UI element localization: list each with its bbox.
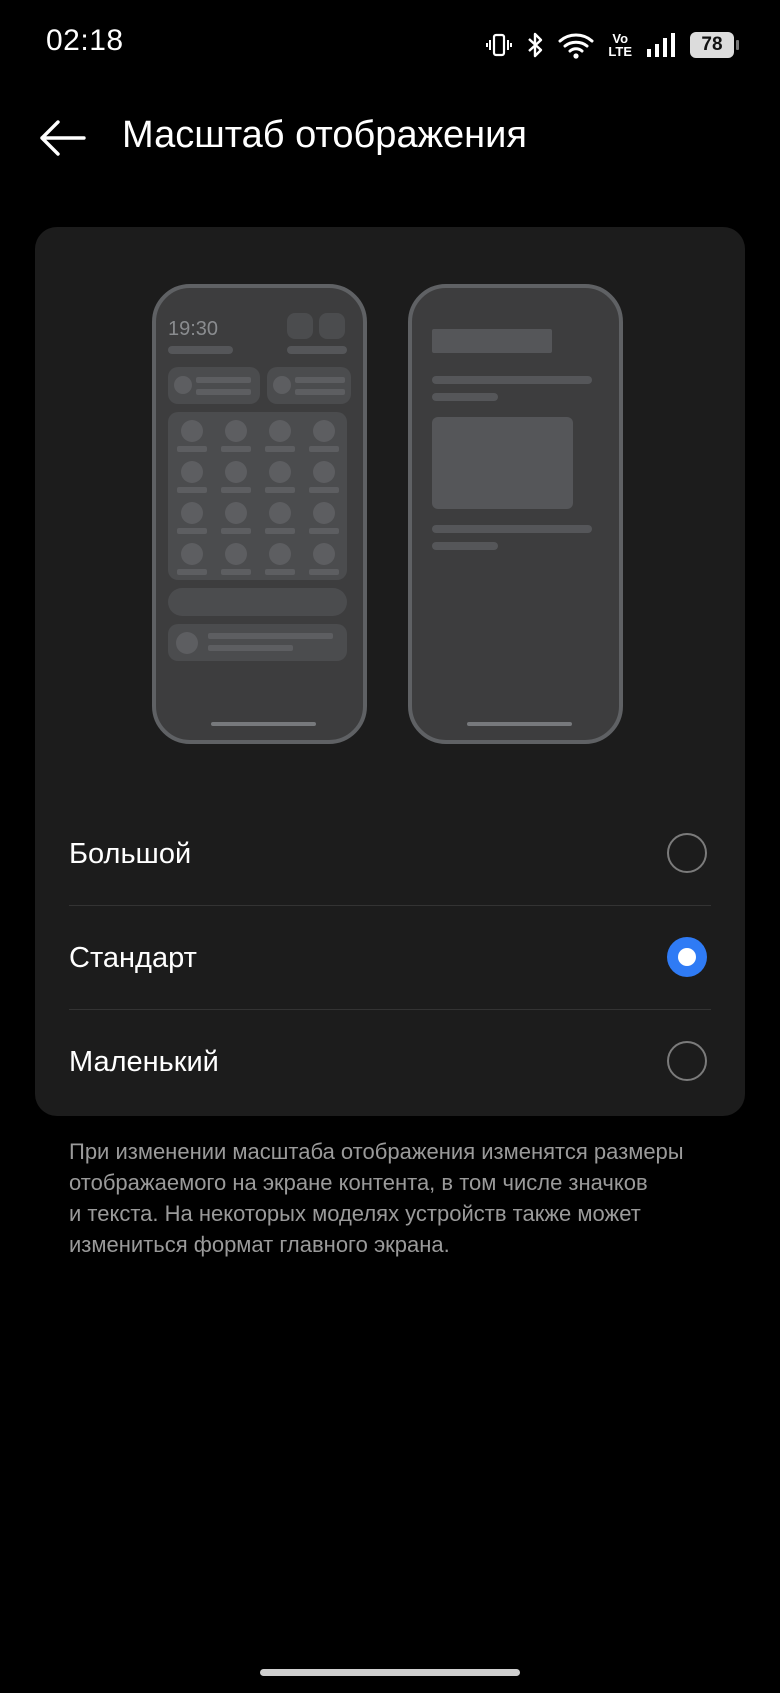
page-title: Масштаб отображения [122,114,527,156]
preview-line [168,346,233,354]
status-icons: Vo LTE 78 [486,28,739,62]
preview-line [432,393,498,401]
preview-home-indicator [467,722,572,726]
preview-clock: 19:30 [168,318,219,340]
preview-line [432,376,592,384]
radio-standard[interactable] [667,937,707,977]
gesture-navigation-bar[interactable] [260,1669,520,1676]
display-size-card: 19:30 Большой Стандарт Маленький [35,227,745,1116]
preview-card [168,367,260,404]
preview-tile [287,313,313,339]
header: Масштаб отображения [0,100,780,180]
option-large[interactable]: Большой [69,804,711,907]
description-line: измениться формат главного экрана. [69,1232,450,1257]
option-label: Маленький [69,1046,219,1078]
preview-search-bar [168,588,347,616]
volte-icon: Vo LTE [608,32,632,58]
divider [69,905,711,906]
preview-line [287,346,347,354]
preview-phone-home: 19:30 [152,284,367,744]
preview-grid [168,412,347,580]
status-bar: 02:18 Vo LTE 78 [0,0,780,90]
preview-illustration: 19:30 [35,227,745,767]
preview-card [168,624,347,661]
battery-level: 78 [701,34,723,55]
back-button[interactable] [30,110,94,170]
preview-line [432,542,498,550]
radio-small[interactable] [667,1041,707,1081]
wifi-icon [558,31,594,59]
preview-card [267,367,351,404]
description-line: При изменении масштаба отображения измен… [69,1139,684,1164]
status-time: 02:18 [46,24,124,57]
description-line: отображаемого на экране контента, в том … [69,1170,648,1195]
arrow-left-icon [38,118,86,163]
battery-icon: 78 [690,32,739,58]
signal-icon [646,32,676,58]
preview-tile [319,313,345,339]
option-label: Стандарт [69,942,197,974]
bluetooth-icon [526,31,544,59]
divider [69,1009,711,1010]
vibrate-icon [486,32,513,58]
description-text: При изменении масштаба отображения измен… [69,1136,729,1260]
preview-image [432,417,573,509]
option-small[interactable]: Маленький [69,1012,711,1115]
option-standard[interactable]: Стандарт [69,908,711,1011]
option-label: Большой [69,838,192,870]
preview-line [432,525,592,533]
preview-home-indicator [211,722,316,726]
preview-phone-app [408,284,623,744]
volte-bottom-text: LTE [608,44,632,59]
preview-heading [432,329,552,353]
radio-large[interactable] [667,833,707,873]
description-line: и текста. На некоторых моделях устройств… [69,1201,641,1226]
